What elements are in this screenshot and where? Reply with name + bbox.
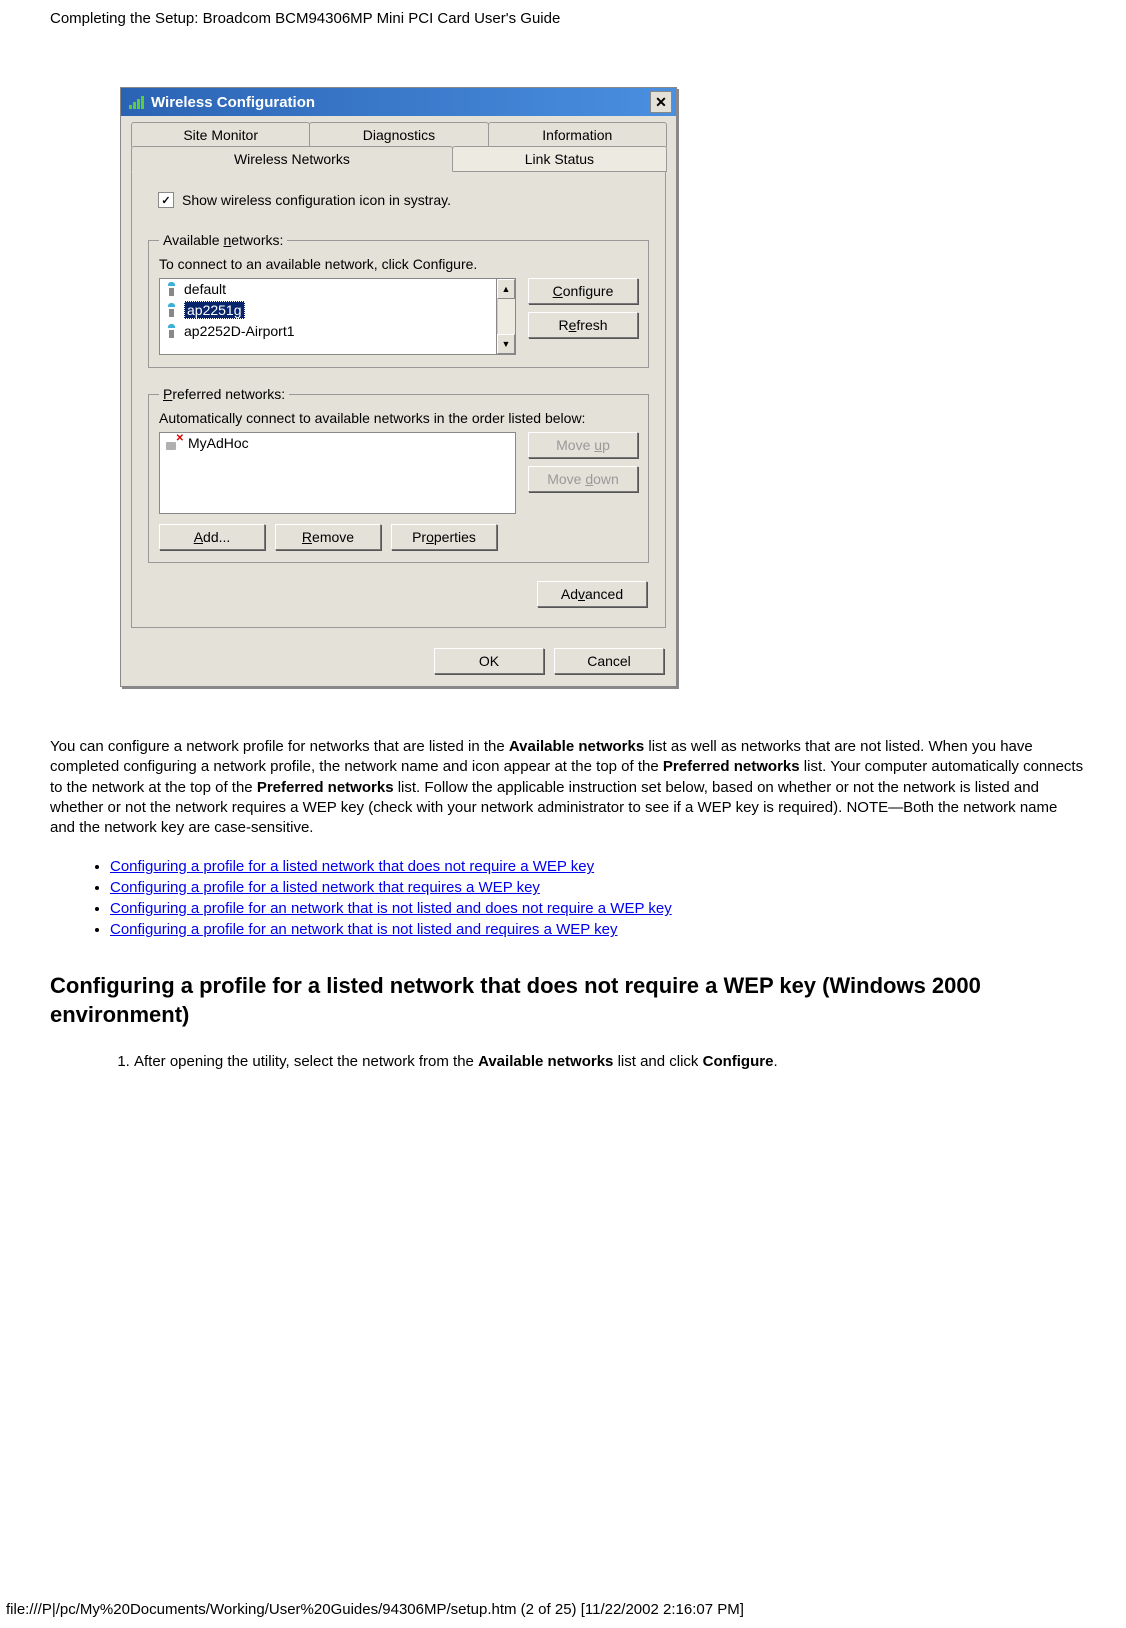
available-legend: Available networks: <box>159 232 287 248</box>
link[interactable]: Configuring a profile for an network tha… <box>110 900 672 917</box>
wireless-config-dialog: Wireless Configuration ✕ Site Monitor Di… <box>120 87 677 687</box>
list-item[interactable]: MyAdHoc <box>160 433 515 453</box>
systray-checkbox[interactable]: ✓ <box>158 192 174 208</box>
body-paragraph: You can configure a network profile for … <box>50 737 1086 838</box>
configure-button[interactable]: Configure <box>528 278 638 304</box>
move-up-button[interactable]: Move up <box>528 432 638 458</box>
titlebar: Wireless Configuration ✕ <box>121 88 676 116</box>
scroll-down-icon[interactable]: ▼ <box>497 334 515 354</box>
page-header: Completing the Setup: Broadcom BCM94306M… <box>50 10 1086 27</box>
step-item: After opening the utility, select the ne… <box>134 1053 1086 1070</box>
network-icon <box>166 282 178 296</box>
tab-link-status[interactable]: Link Status <box>452 146 667 172</box>
list-item: Configuring a profile for a listed netwo… <box>110 858 1086 875</box>
list-item[interactable]: ap2252D-Airport1 <box>160 321 496 341</box>
signal-icon <box>129 95 145 109</box>
list-item[interactable]: ap2251g <box>160 299 496 321</box>
preferred-instruction: Automatically connect to available netwo… <box>159 410 638 426</box>
available-networks-group: Available networks: To connect to an ava… <box>148 232 649 368</box>
add-button[interactable]: Add... <box>159 524 265 550</box>
adhoc-icon <box>166 436 182 450</box>
network-icon <box>166 303 178 317</box>
list-item: Configuring a profile for an network tha… <box>110 900 1086 917</box>
available-instruction: To connect to an available network, clic… <box>159 256 638 272</box>
dialog-title: Wireless Configuration <box>151 94 315 111</box>
list-item[interactable]: default <box>160 279 496 299</box>
cancel-button[interactable]: Cancel <box>554 648 664 674</box>
refresh-button[interactable]: Refresh <box>528 312 638 338</box>
section-heading: Configuring a profile for a listed netwo… <box>50 972 1086 1029</box>
advanced-button[interactable]: Advanced <box>537 581 647 607</box>
list-item: Configuring a profile for an network tha… <box>110 921 1086 938</box>
preferred-legend: Preferred networks: <box>159 386 289 402</box>
ok-button[interactable]: OK <box>434 648 544 674</box>
scroll-up-icon[interactable]: ▲ <box>497 279 515 299</box>
tab-wireless-networks[interactable]: Wireless Networks <box>131 146 453 172</box>
link-list: Configuring a profile for a listed netwo… <box>110 858 1086 938</box>
network-icon <box>166 324 178 338</box>
list-item: Configuring a profile for a listed netwo… <box>110 879 1086 896</box>
link[interactable]: Configuring a profile for a listed netwo… <box>110 879 540 896</box>
scrollbar[interactable]: ▲ ▼ <box>496 279 516 354</box>
remove-button[interactable]: Remove <box>275 524 381 550</box>
properties-button[interactable]: Properties <box>391 524 497 550</box>
available-listbox[interactable]: default ap2251g ap2252D-Airport1 <box>159 278 516 355</box>
systray-label: Show wireless configuration icon in syst… <box>182 192 451 208</box>
link[interactable]: Configuring a profile for a listed netwo… <box>110 858 594 875</box>
link[interactable]: Configuring a profile for an network tha… <box>110 921 618 938</box>
footer-path: file:///P|/pc/My%20Documents/Working/Use… <box>6 1601 744 1618</box>
tab-information[interactable]: Information <box>488 122 667 147</box>
preferred-networks-group: Preferred networks: Automatically connec… <box>148 386 649 563</box>
tab-site-monitor[interactable]: Site Monitor <box>131 122 310 147</box>
steps-list: After opening the utility, select the ne… <box>94 1053 1086 1070</box>
move-down-button[interactable]: Move down <box>528 466 638 492</box>
tab-diagnostics[interactable]: Diagnostics <box>309 122 488 147</box>
preferred-listbox[interactable]: MyAdHoc <box>159 432 516 514</box>
close-button[interactable]: ✕ <box>650 91 672 113</box>
